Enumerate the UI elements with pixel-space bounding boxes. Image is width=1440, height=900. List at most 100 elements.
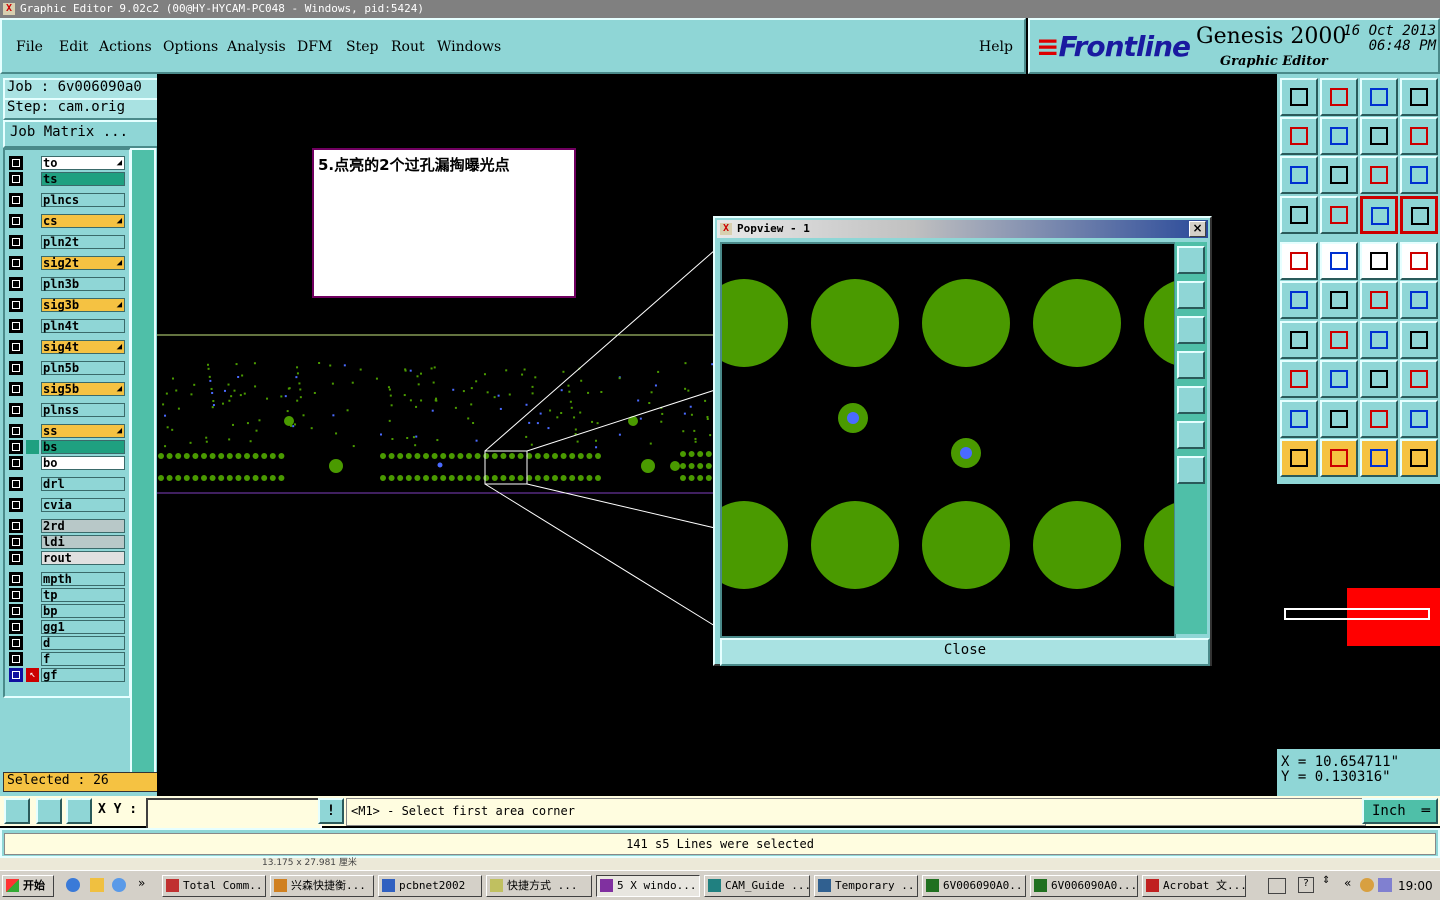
units-select[interactable]: Inch ═ (1362, 798, 1438, 824)
grid-view-icon[interactable] (1320, 196, 1358, 234)
layer-name[interactable]: pln5b (41, 361, 125, 375)
export-icon[interactable] (1320, 117, 1358, 155)
layer-name[interactable]: pln3b (41, 277, 125, 291)
pan-down-icon[interactable] (1177, 316, 1205, 344)
group-icon[interactable] (1400, 360, 1438, 398)
layer-name[interactable]: bp (41, 604, 125, 618)
layer-name[interactable]: to ◢ (41, 156, 125, 170)
layer-checkbox[interactable] (9, 319, 23, 333)
layer-checkbox[interactable] (9, 456, 23, 470)
layer-checkbox[interactable] (9, 620, 23, 634)
menu-rout[interactable]: Rout (391, 39, 425, 55)
layer-checkbox[interactable] (9, 403, 23, 417)
layer-checkbox[interactable] (9, 440, 23, 454)
menu-step[interactable]: Step (346, 39, 378, 55)
pan-up-icon[interactable] (1177, 281, 1205, 309)
layer-checkbox[interactable] (9, 361, 23, 375)
menu-edit[interactable]: Edit (59, 39, 88, 55)
taskbar-item[interactable]: 5 X windo... (596, 875, 700, 897)
layer-name[interactable]: pln4t (41, 319, 125, 333)
layer-checkbox[interactable] (9, 604, 23, 618)
window-icon[interactable] (1400, 78, 1438, 116)
menu-options[interactable]: Options (163, 39, 218, 55)
layer-name[interactable]: pln2t (41, 235, 125, 249)
undo-icon[interactable] (1360, 117, 1398, 155)
select-pad-icon[interactable] (1280, 360, 1318, 398)
layer-name[interactable]: d (41, 636, 125, 650)
start-button[interactable]: 开始 (2, 875, 54, 897)
layer-checkbox[interactable] (9, 298, 23, 312)
overview-viewport[interactable] (1284, 608, 1430, 620)
layer-name[interactable]: bs (41, 440, 125, 454)
snap-icon[interactable] (1360, 196, 1398, 234)
xy-input[interactable] (146, 798, 322, 830)
menu-file[interactable]: File (16, 39, 43, 55)
fill-icon[interactable] (1400, 321, 1438, 359)
step-field[interactable]: Step: cam.orig (3, 98, 159, 120)
volume-icon[interactable] (1378, 878, 1392, 892)
pointer-box-icon[interactable] (1320, 439, 1358, 477)
import-icon[interactable] (1280, 117, 1318, 155)
taskbar-item[interactable]: 快捷方式 ... (486, 875, 592, 897)
layer-checkbox[interactable] (9, 519, 23, 533)
layer-checkbox[interactable] (9, 535, 23, 549)
taskbar-item[interactable]: Acrobat 文... (1142, 875, 1246, 897)
poly-icon[interactable] (1320, 400, 1358, 438)
layer-name[interactable]: cvia (41, 498, 125, 512)
tray-arrows-icon[interactable]: ⇕ (1322, 875, 1330, 886)
info-icon[interactable]: ! (318, 798, 344, 824)
layer-checkbox[interactable] (9, 382, 23, 396)
layer-checkbox[interactable] (9, 652, 23, 666)
layer-name[interactable]: sig4t ◢ (41, 340, 125, 354)
browser-icon[interactable] (112, 878, 126, 892)
select-line-icon[interactable] (1320, 360, 1358, 398)
query-icon[interactable] (1400, 156, 1438, 194)
shape-a-icon[interactable] (1360, 400, 1398, 438)
overview-map[interactable] (1277, 484, 1440, 749)
zoom-window-icon[interactable] (4, 798, 30, 824)
layer-name[interactable]: sig2t ◢ (41, 256, 125, 270)
net-icon[interactable] (1280, 281, 1318, 319)
taskbar-item[interactable]: Total Comm... (162, 875, 266, 897)
menu-analysis[interactable]: Analysis (227, 39, 286, 55)
close-button[interactable]: Close (720, 638, 1210, 666)
grid-icon[interactable] (66, 798, 92, 824)
quicklaunch-chevron-icon[interactable]: » (138, 876, 145, 890)
taskbar-item[interactable]: pcbnet2002 (378, 875, 482, 897)
layer-checkbox[interactable] (9, 498, 23, 512)
layer-checkbox[interactable] (9, 156, 23, 170)
pan-left-icon[interactable] (1177, 351, 1205, 379)
angle-icon[interactable] (1280, 321, 1318, 359)
scale-icon[interactable] (1360, 156, 1398, 194)
layer-checkbox[interactable] (9, 636, 23, 650)
route-icon[interactable] (1400, 439, 1438, 477)
layer-checkbox[interactable] (9, 551, 23, 565)
layer-name[interactable]: drl (41, 477, 125, 491)
layer-checkbox[interactable] (9, 588, 23, 602)
horizontal-scrollbar[interactable]: 13.175 x 27.981 厘米 (0, 858, 1440, 870)
home-icon[interactable] (1360, 78, 1398, 116)
menu-windows[interactable]: Windows (437, 39, 501, 55)
delete-icon[interactable] (1320, 281, 1358, 319)
keyboard-icon[interactable] (1268, 878, 1286, 894)
dimension-icon[interactable] (1360, 360, 1398, 398)
zoom-fit-icon[interactable] (36, 798, 62, 824)
layer-checkbox[interactable] (9, 235, 23, 249)
layer-name[interactable]: 2rd (41, 519, 125, 533)
fit-icon[interactable] (1280, 156, 1318, 194)
zoom-in-icon[interactable] (1177, 421, 1205, 449)
menu-dfm[interactable]: DFM (297, 39, 332, 55)
save-icon[interactable] (1320, 78, 1358, 116)
app-icon[interactable]: X (3, 3, 15, 15)
layer-checkbox[interactable] (9, 214, 23, 228)
slope-icon[interactable] (1320, 321, 1358, 359)
layer-name[interactable]: f (41, 652, 125, 666)
layer-name[interactable]: cs ◢ (41, 214, 125, 228)
triangle-icon[interactable] (1280, 400, 1318, 438)
layer-checkbox[interactable] (9, 340, 23, 354)
zoom-out-icon[interactable] (1177, 456, 1205, 484)
list-icon[interactable] (1280, 196, 1318, 234)
layer-name[interactable]: ldi (41, 535, 125, 549)
layer-checkbox[interactable] (9, 424, 23, 438)
layer-name[interactable]: ts (41, 172, 125, 186)
